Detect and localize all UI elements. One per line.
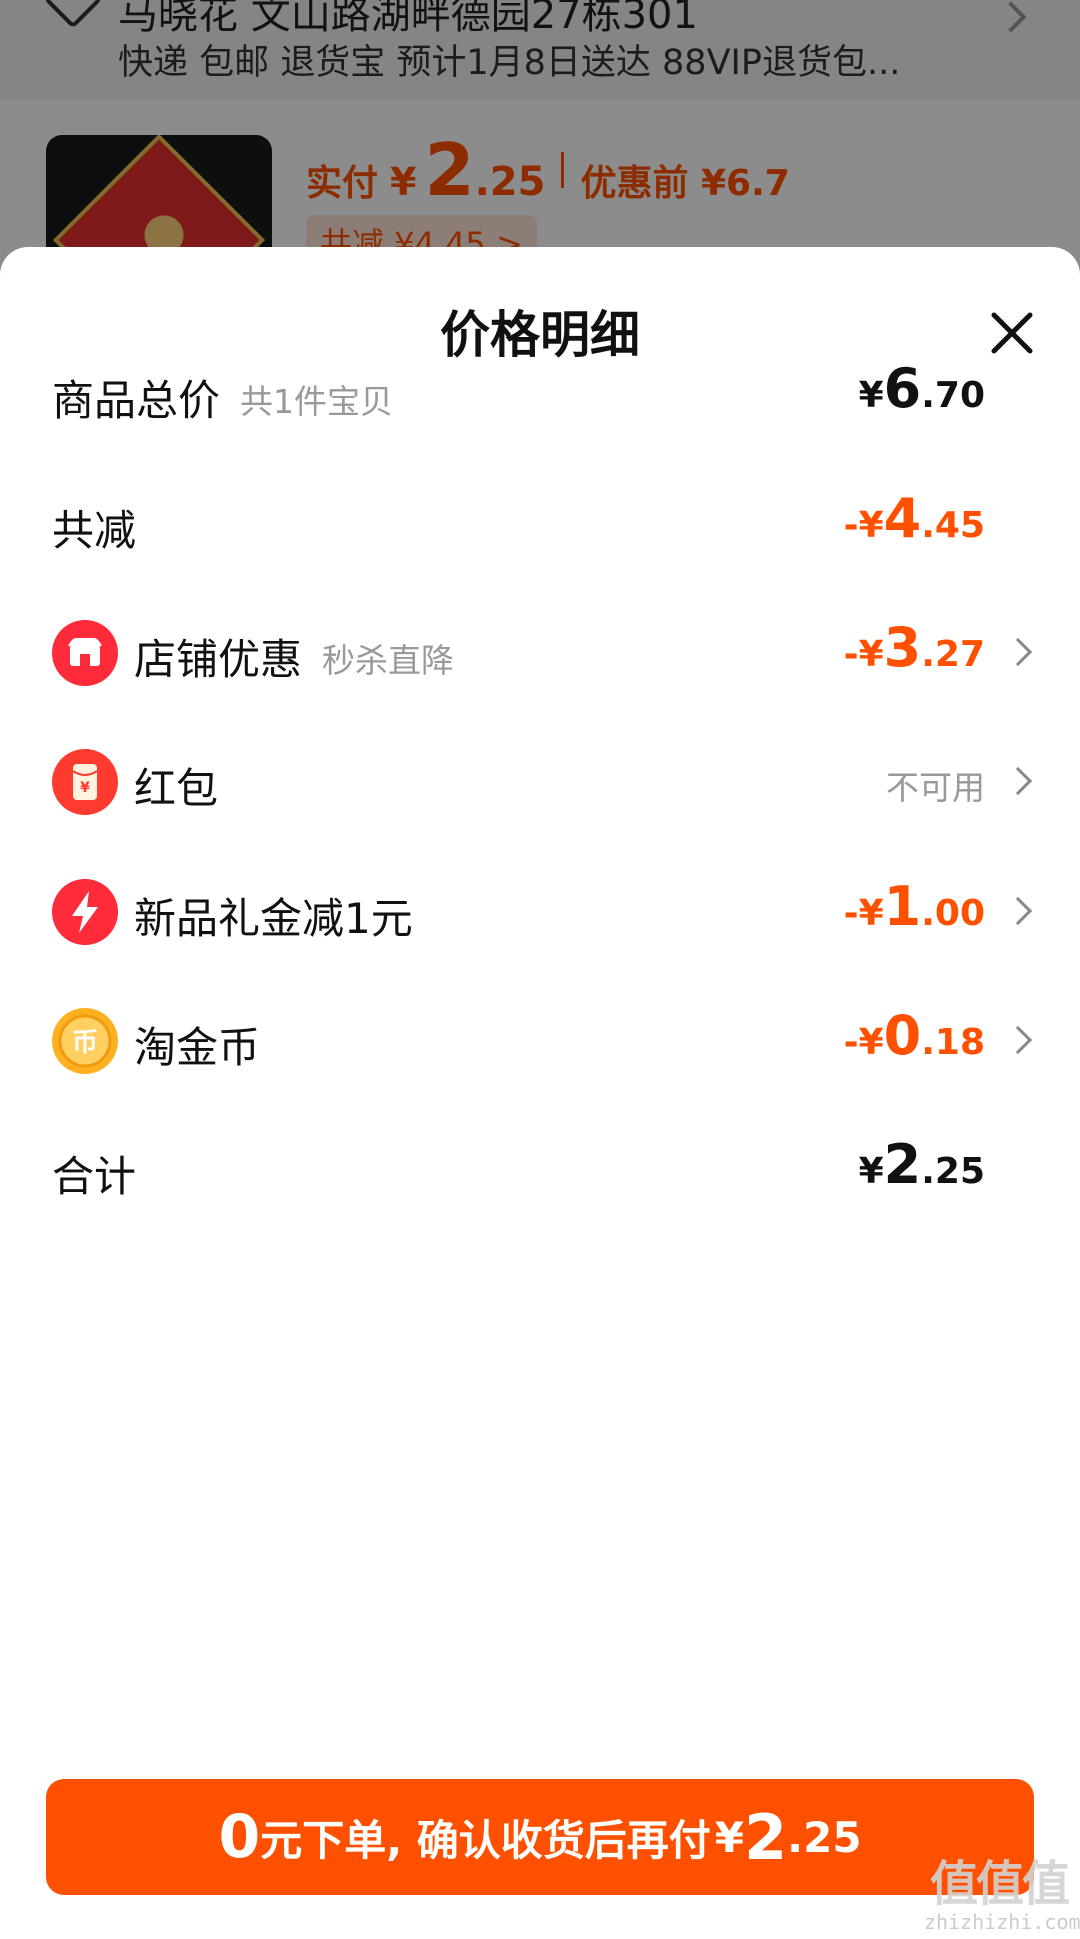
lightning-icon: [52, 879, 118, 945]
item-count: 共1件宝贝: [240, 382, 393, 421]
row-shop-discount[interactable]: 店铺优惠 秒杀直降 -¥ 3 .27: [0, 604, 1080, 704]
cta-text: 元下单, 确认收货后再付: [260, 1815, 711, 1865]
chevron-right-icon: [1003, 766, 1033, 796]
value-integer: 2: [883, 1133, 922, 1196]
chevron-right-icon: [1003, 1025, 1033, 1055]
value-integer: 0: [883, 1004, 922, 1067]
grand-total-label: 合计: [52, 1152, 137, 1201]
value-decimal: .27: [921, 634, 985, 675]
value-decimal: .18: [921, 1022, 985, 1063]
price-detail-sheet: 价格明细 商品总价 共1件宝贝 ¥ 6 .70 共减 -¥ 4 .45 店铺优惠…: [0, 247, 1080, 1939]
currency-symbol: -¥: [843, 893, 884, 934]
value-decimal: .25: [921, 1151, 985, 1192]
shop-discount-label: 店铺优惠: [134, 635, 303, 684]
currency-symbol: ¥: [858, 375, 884, 416]
currency-symbol: -¥: [843, 634, 884, 675]
row-item-total: 商品总价 共1件宝贝 ¥ 6 .70: [0, 345, 1080, 445]
gift-label: 新品礼金减1元: [134, 894, 413, 943]
shop-discount-value: -¥ 3 .27: [844, 616, 985, 679]
row-red-packet[interactable]: ¥ 红包 不可用: [0, 733, 1080, 833]
cta-zero: 0: [218, 1802, 261, 1872]
total-reduced-value: -¥ 4 .45: [844, 487, 985, 550]
currency-symbol: -¥: [843, 505, 884, 546]
cta-integer: 2: [744, 1800, 788, 1874]
row-total-reduced: 共减 -¥ 4 .45: [0, 475, 1080, 575]
svg-text:币: 币: [72, 1028, 98, 1058]
chevron-right-icon: [1003, 896, 1033, 926]
cta-decimal: .25: [787, 1812, 862, 1862]
currency-symbol: -¥: [843, 1022, 884, 1063]
value-decimal: .45: [921, 505, 985, 546]
shop-discount-type: 秒杀直降: [322, 641, 454, 680]
value-integer: 6: [883, 357, 922, 420]
red-packet-status: 不可用: [886, 768, 985, 807]
red-packet-label: 红包: [134, 764, 219, 813]
chevron-right-icon: [1003, 637, 1033, 667]
value-integer: 1: [883, 875, 922, 938]
value-decimal: .00: [921, 893, 985, 934]
item-total-value: ¥ 6 .70: [859, 357, 985, 420]
coin-icon: 币: [52, 1008, 118, 1074]
gift-value: -¥ 1 .00: [844, 875, 985, 938]
row-new-product-gift[interactable]: 新品礼金减1元 -¥ 1 .00: [0, 863, 1080, 963]
red-envelope-icon: ¥: [52, 749, 118, 815]
svg-text:¥: ¥: [80, 780, 90, 796]
row-tao-coins[interactable]: 币 淘金币 -¥ 0 .18: [0, 992, 1080, 1092]
currency-symbol: ¥: [858, 1151, 884, 1192]
row-grand-total: 合计 ¥ 2 .25: [0, 1121, 1080, 1221]
tao-coins-value: -¥ 0 .18: [844, 1004, 985, 1067]
value-decimal: .70: [921, 375, 985, 416]
item-total-label: 商品总价: [52, 376, 221, 425]
grand-total-value: ¥ 2 .25: [859, 1133, 985, 1196]
tao-coins-label: 淘金币: [134, 1023, 261, 1072]
store-icon: [52, 620, 118, 686]
total-reduced-label: 共减: [52, 506, 137, 555]
cta-currency: ¥: [714, 1812, 744, 1862]
pay-later-button[interactable]: 0 元下单, 确认收货后再付 ¥ 2 .25: [46, 1779, 1034, 1895]
value-integer: 4: [883, 487, 922, 550]
value-integer: 3: [883, 616, 922, 679]
